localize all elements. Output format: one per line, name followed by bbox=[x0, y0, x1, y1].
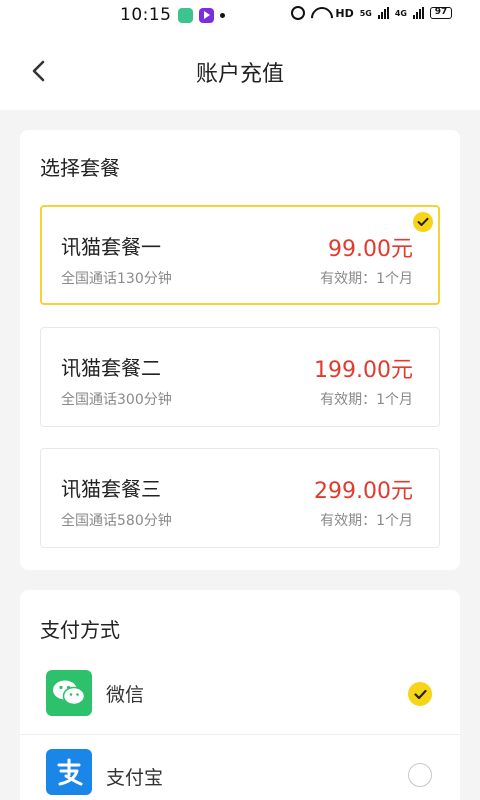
nav-bar: 账户充值 bbox=[0, 32, 480, 110]
package-option-2[interactable]: 讯猫套餐二 全国通话300分钟 199.00元 有效期：1个月 bbox=[40, 327, 440, 427]
payment-option-alipay[interactable]: 支付宝 bbox=[20, 734, 460, 800]
alarm-icon bbox=[291, 6, 306, 20]
more-notifications-dot bbox=[219, 12, 225, 18]
network-hd-label: HD bbox=[335, 6, 354, 20]
package-validity: 有效期：1个月 bbox=[320, 392, 413, 408]
signal-icon bbox=[377, 7, 389, 19]
wechat-icon bbox=[46, 670, 92, 716]
signal-icon-2 bbox=[413, 7, 424, 19]
notification-app-icon bbox=[177, 7, 193, 23]
package-price: 299.00元 bbox=[314, 479, 413, 504]
package-validity: 有效期：1个月 bbox=[320, 513, 413, 529]
package-card: 选择套餐 讯猫套餐一 全国通话130分钟 99.00元 有效期：1个月 讯猫套餐… bbox=[20, 130, 460, 570]
payment-option-wechat[interactable]: 微信 bbox=[20, 660, 460, 740]
payment-label: 支付宝 bbox=[106, 767, 164, 789]
network-4g-label: 4G bbox=[394, 8, 407, 18]
battery-icon: 97 bbox=[430, 7, 452, 19]
status-left: 10:15 bbox=[120, 5, 225, 25]
payment-section-title: 支付方式 bbox=[40, 618, 120, 642]
video-app-icon bbox=[198, 7, 214, 23]
package-option-1[interactable]: 讯猫套餐一 全国通话130分钟 99.00元 有效期：1个月 bbox=[40, 205, 440, 305]
package-validity: 有效期：1个月 bbox=[320, 271, 413, 287]
package-desc: 全国通话130分钟 bbox=[61, 271, 172, 287]
package-section-title: 选择套餐 bbox=[40, 156, 120, 180]
wifi-icon bbox=[311, 7, 329, 19]
package-desc: 全国通话580分钟 bbox=[61, 513, 172, 529]
status-right: HD 5G 4G 97 bbox=[291, 6, 452, 20]
package-price: 199.00元 bbox=[314, 358, 413, 383]
package-price: 99.00元 bbox=[328, 237, 413, 262]
check-icon bbox=[413, 212, 433, 232]
package-option-3[interactable]: 讯猫套餐三 全国通话580分钟 299.00元 有效期：1个月 bbox=[40, 448, 440, 548]
page-title: 账户充值 bbox=[195, 62, 284, 87]
status-bar: 10:15 HD 5G 4G 97 bbox=[0, 0, 480, 32]
package-name: 讯猫套餐三 bbox=[61, 477, 161, 501]
package-desc: 全国通话300分钟 bbox=[61, 392, 172, 408]
network-5g-label: 5G bbox=[359, 8, 372, 18]
payment-label: 微信 bbox=[106, 684, 145, 706]
package-name: 讯猫套餐二 bbox=[61, 356, 161, 380]
alipay-icon bbox=[46, 749, 92, 795]
package-name: 讯猫套餐一 bbox=[61, 235, 161, 259]
radio-checked-icon[interactable] bbox=[408, 682, 432, 706]
payment-card: 支付方式 微信 支付宝 bbox=[20, 590, 460, 800]
radio-unchecked-icon[interactable] bbox=[408, 763, 432, 787]
status-time: 10:15 bbox=[120, 5, 172, 25]
